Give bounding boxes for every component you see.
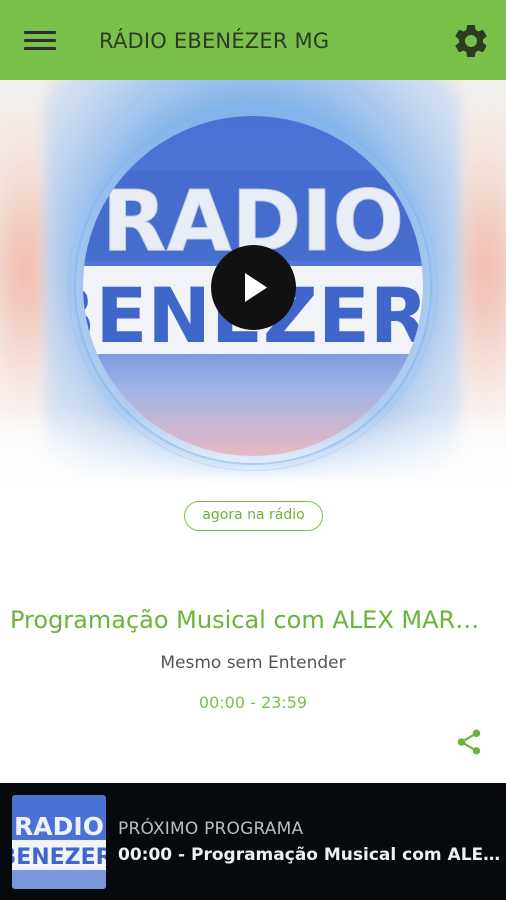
app-title: RÁDIO EBENÉZER MG bbox=[99, 29, 330, 53]
now-on-air-badge: agora na rádio bbox=[184, 501, 323, 531]
play-button[interactable] bbox=[211, 245, 296, 330]
menu-line bbox=[24, 47, 56, 50]
next-program-thumbnail-image: RADIO BENEZER bbox=[12, 795, 106, 889]
gear-icon[interactable] bbox=[451, 21, 491, 61]
app-bar: RÁDIO EBENÉZER MG bbox=[0, 0, 506, 80]
share-icon[interactable] bbox=[454, 727, 484, 757]
menu-line bbox=[24, 31, 56, 34]
thumb-text-radio: RADIO bbox=[14, 812, 104, 841]
hamburger-menu-icon[interactable] bbox=[24, 28, 56, 54]
program-title: Programação Musical com ALEX MARQUES bbox=[10, 606, 496, 634]
next-program-bar[interactable]: RADIO BENEZER PRÓXIMO PROGRAMA 00:00 - P… bbox=[0, 783, 506, 900]
artwork-area: RADIO BENEZER bbox=[0, 80, 506, 510]
next-program-title: 00:00 - Programação Musical com ALEX MAR… bbox=[118, 845, 502, 865]
next-program-thumbnail: RADIO BENEZER bbox=[12, 795, 106, 889]
thumb-text-benezer: BENEZER bbox=[12, 845, 106, 870]
program-time: 00:00 - 23:59 bbox=[198, 693, 308, 712]
next-program-label: PRÓXIMO PROGRAMA bbox=[118, 819, 304, 839]
current-song: Mesmo sem Entender bbox=[160, 653, 346, 673]
menu-line bbox=[24, 39, 56, 42]
